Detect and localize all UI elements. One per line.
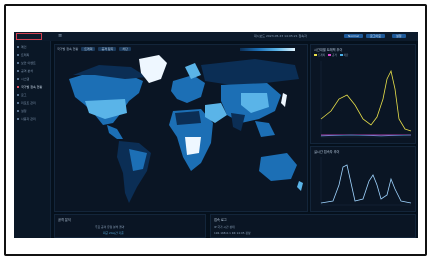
top-info-text: 대시보드 2023.05.23 14:05:21 접속자 [254, 34, 307, 38]
sidebar-item-log[interactable]: 로그 [17, 93, 27, 97]
map-australia [259, 153, 297, 181]
map-southeast-asia [255, 121, 275, 137]
traffic-legend: 트래픽 공격 차단 [314, 53, 348, 57]
traffic-line-chart [320, 61, 412, 138]
realtime-panel: 실시간 접속자 추이 [310, 146, 416, 212]
sidebar-item-attack[interactable]: 공격 분석 [17, 69, 33, 73]
traffic-trend-panel: 시간대별 트래픽 추이 트래픽 공격 차단 [310, 44, 416, 144]
legend-swatch-block [339, 54, 343, 56]
legend-swatch-traffic [314, 54, 317, 56]
map-title: 국가별 접속 현황 [57, 47, 79, 51]
map-chip-traffic[interactable]: 트래픽 [81, 47, 96, 51]
sidebar: 메인 트래픽 보안 이벤트 공격 분석 시스템 국가별 접속 현황 로그 리포트… [14, 41, 51, 238]
sidebar-item-system[interactable]: 시스템 [17, 77, 29, 81]
map-chip-attack[interactable]: 공격 탐지 [98, 47, 117, 51]
sidebar-item-settings[interactable]: 설정 [17, 109, 27, 113]
world-map-panel: 국가별 접속 현황 트래픽 공격 탐지 차단 [54, 44, 308, 212]
app-logo[interactable] [16, 33, 42, 40]
realtime-title: 실시간 접속자 추이 [314, 150, 340, 154]
map-central-africa [185, 137, 201, 155]
realtime-line-chart [320, 157, 412, 206]
map-japan [281, 93, 287, 107]
traffic-series-line [320, 69, 412, 132]
sidebar-item-security[interactable]: 보안 이벤트 [17, 61, 36, 65]
map-central-america [107, 125, 123, 139]
sidebar-item-users[interactable]: 사용자 관리 [17, 117, 36, 121]
top-bar: ≡ 대시보드 2023.05.23 14:05:21 접속자 Normal 로그… [14, 32, 418, 41]
map-new-zealand [297, 181, 303, 191]
attack-analysis-line-2: 최근 24시간 기준 [103, 231, 124, 235]
map-scandinavia [185, 63, 201, 79]
attack-analysis-line-1: 주요 공격 유형 분석 결과 [95, 225, 125, 229]
map-russia [201, 59, 299, 85]
realtime-series-line [320, 164, 412, 204]
map-color-legend [240, 48, 295, 51]
map-chip-block[interactable]: 차단 [119, 47, 131, 51]
menu-icon[interactable]: ≡ [58, 33, 62, 39]
table-row[interactable]: IP 국가 시간 상태 [214, 225, 235, 229]
logout-button[interactable]: 로그아웃 [366, 34, 386, 38]
map-europe [171, 75, 205, 103]
map-north-africa [175, 111, 201, 125]
dashboard-screen: ≡ 대시보드 2023.05.23 14:05:21 접속자 Normal 로그… [14, 32, 418, 238]
sidebar-item-main[interactable]: 메인 [17, 45, 27, 49]
table-row[interactable]: 192.168.0.1 KR 14:05 정상 [214, 231, 251, 235]
world-map[interactable] [55, 53, 307, 211]
legend-swatch-attack [328, 54, 331, 56]
sidebar-item-country[interactable]: 국가별 접속 현황 [17, 85, 42, 89]
map-toolbar: 국가별 접속 현황 트래픽 공격 탐지 차단 [57, 47, 131, 51]
map-usa [85, 99, 127, 119]
map-greenland [139, 55, 167, 83]
sidebar-item-traffic[interactable]: 트래픽 [17, 53, 29, 57]
sidebar-item-report[interactable]: 리포트 관리 [17, 101, 36, 105]
map-india [231, 113, 245, 131]
status-badge: Normal [344, 34, 363, 38]
access-log-title: 접속 로그 [214, 218, 227, 222]
settings-button[interactable]: 설정 [392, 34, 406, 38]
traffic-trend-title: 시간대별 트래픽 추이 [314, 48, 343, 52]
attack-analysis-title: 공격 분석 [58, 218, 71, 222]
access-log-panel: 접속 로그 IP 국가 시간 상태 192.168.0.1 KR 14:05 정… [210, 214, 416, 238]
attack-analysis-panel: 공격 분석 주요 공격 유형 분석 결과 최근 24시간 기준 [54, 214, 206, 238]
